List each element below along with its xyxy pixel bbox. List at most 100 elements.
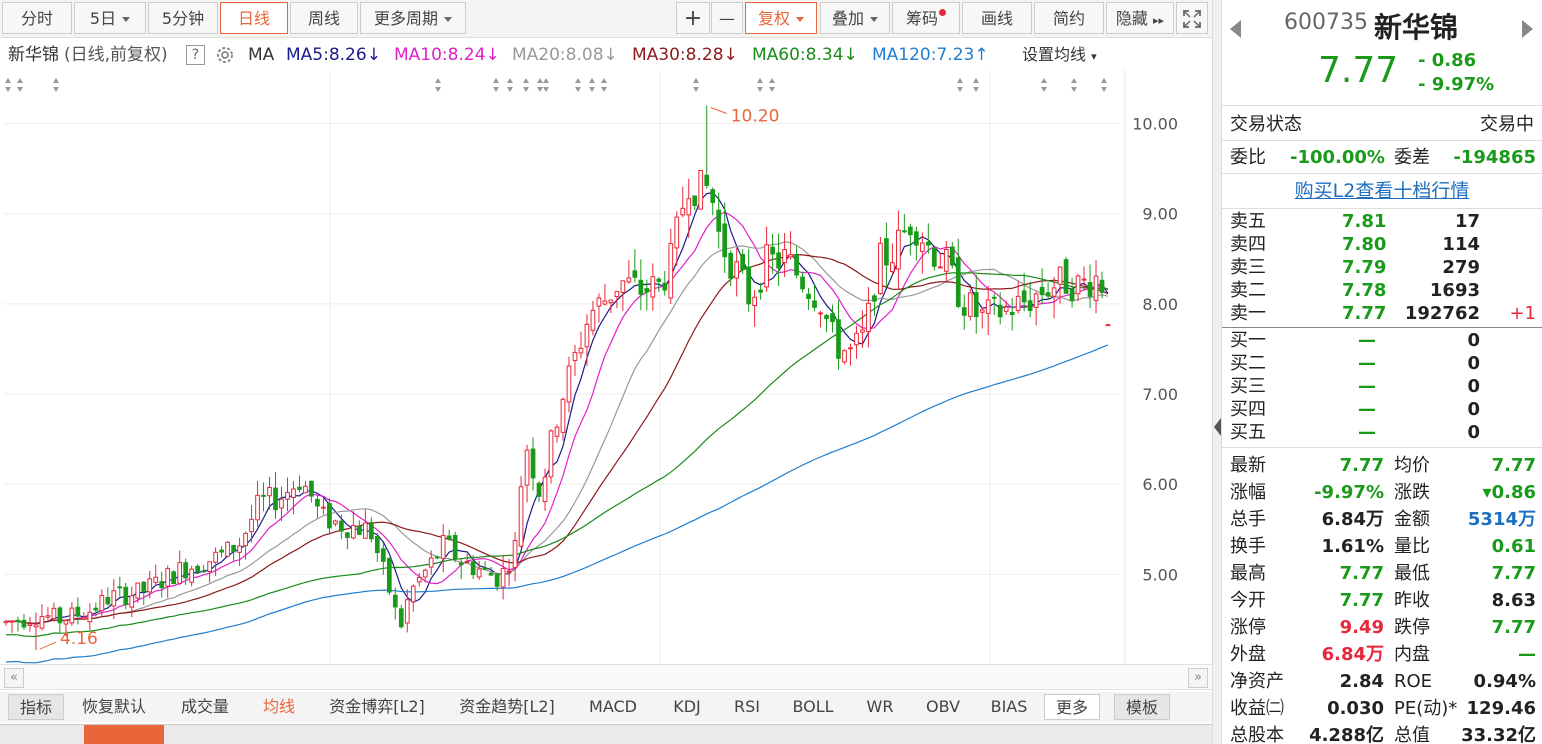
indicator-more-button[interactable]: 更多	[1044, 694, 1100, 720]
sell-volume: 279	[1442, 257, 1480, 278]
indicator-label: RSI	[734, 697, 760, 716]
adjust-dropdown[interactable]: 复权	[745, 2, 817, 34]
event-marker-icon	[493, 78, 499, 92]
event-marker-icon	[957, 78, 963, 92]
zoom-in-button[interactable]: +	[676, 2, 710, 34]
indicator-label: MACD	[589, 697, 637, 716]
zoom-out-button[interactable]: —	[711, 2, 743, 34]
committee-diff-value: -194865	[1453, 147, 1536, 168]
event-marker-icon	[1041, 78, 1047, 92]
period-label: 周线	[307, 9, 340, 28]
candle-body	[494, 573, 500, 587]
buy-price: —	[1358, 399, 1376, 420]
candle-body	[997, 304, 1003, 318]
indicator-tab-fund-game[interactable]: 资金博弈[L2]	[318, 694, 436, 720]
candle-body	[15, 619, 21, 623]
candle-body	[979, 309, 985, 313]
period-tab-5min[interactable]: 5分钟	[148, 2, 218, 34]
candle-body	[1093, 275, 1099, 301]
overlay-dropdown[interactable]: 叠加	[820, 2, 890, 34]
candles	[3, 105, 1111, 651]
divider	[1222, 327, 1542, 328]
buy-volume: 0	[1467, 353, 1480, 374]
fullscreen-button[interactable]	[1176, 2, 1208, 34]
set-ma-label: 设置均线	[1022, 45, 1087, 64]
hide-panel-button[interactable]: 隐藏 ▸▸	[1106, 2, 1174, 34]
sell-level-label: 卖五	[1230, 211, 1266, 232]
indicator-tab-rsi[interactable]: RSI	[724, 694, 770, 720]
prev-stock-icon[interactable]	[1230, 20, 1241, 38]
indicator-tab-indicator[interactable]: 指标	[8, 694, 64, 720]
period-tab-more[interactable]: 更多周期	[360, 2, 466, 34]
indicator-tab-bias[interactable]: BIAS	[982, 694, 1036, 720]
set-ma-dropdown[interactable]: 设置均线 ▾	[1022, 40, 1097, 70]
candle-body	[177, 562, 183, 584]
candle-body	[818, 312, 823, 315]
indicator-tab-obv[interactable]: OBV	[916, 694, 970, 720]
candle-body	[33, 624, 39, 628]
scroll-left-icon[interactable]: «	[4, 668, 24, 688]
candle-body	[806, 293, 811, 299]
candle-body	[590, 309, 596, 331]
buy-price: —	[1358, 376, 1376, 397]
period-tab-intraday[interactable]: 分时	[2, 2, 72, 34]
scroll-right-icon[interactable]: »	[1188, 668, 1208, 688]
ma120-value: MA120:7.23↑	[872, 40, 989, 70]
draw-line-button[interactable]: 画线	[962, 2, 1032, 34]
stat-label: 最新	[1230, 455, 1266, 476]
candle-body	[638, 279, 644, 295]
indicator-template-button[interactable]: 模板	[1114, 694, 1170, 720]
help-icon[interactable]: ?	[186, 45, 205, 65]
candle-body	[213, 551, 218, 563]
horizontal-scrollbar[interactable]: « »	[0, 664, 1212, 690]
candle-body	[243, 532, 248, 547]
period-label: 更多周期	[373, 9, 438, 28]
period-tab-weekly[interactable]: 周线	[290, 2, 358, 34]
sell-volume: 192762	[1404, 303, 1480, 324]
ma-text: MA120:7.23	[872, 45, 975, 65]
indicator-tab-fund-trend[interactable]: 资金趋势[L2]	[448, 694, 566, 720]
panel-collapse-handle[interactable]	[1212, 0, 1222, 744]
candle-body	[458, 562, 464, 566]
indicator-tab-kdj[interactable]: KDJ	[660, 694, 714, 720]
bottom-tab-strip[interactable]	[0, 724, 1212, 744]
caret-down-icon	[796, 17, 804, 22]
stat-label: 收益㈡	[1230, 698, 1284, 719]
candle-body	[303, 485, 308, 494]
indicator-toolbar: 指标 恢复默认 成交量 均线 资金博弈[L2] 资金趋势[L2] MACD KD…	[0, 692, 1212, 722]
stat-label: 最高	[1230, 563, 1266, 584]
candlestick-chart[interactable]: 10.00 9.00 8.00 7.00 6.00 5.00 10.20 4.16	[0, 70, 1212, 664]
next-stock-icon[interactable]	[1522, 20, 1533, 38]
event-marker-icon	[17, 78, 23, 92]
candle-body	[446, 535, 452, 540]
indicator-tab-wr[interactable]: WR	[858, 694, 902, 720]
sell-level-label: 卖三	[1230, 257, 1266, 278]
candle-body	[452, 534, 458, 560]
simple-mode-button[interactable]: 简约	[1034, 2, 1104, 34]
candle-body	[21, 619, 27, 628]
candle-body	[183, 562, 189, 579]
ma10-value: MA10:8.24↓	[394, 40, 500, 70]
period-tab-daily[interactable]: 日线	[220, 2, 288, 34]
candle-body	[955, 257, 961, 307]
candle-body	[1045, 292, 1051, 297]
sell-row: 卖四 7.80 114	[1222, 233, 1542, 256]
chips-button[interactable]: 筹码	[892, 2, 960, 34]
stat-row: 涨停 9.49 跌停 7.77	[1222, 614, 1542, 641]
indicator-tab-macd[interactable]: MACD	[580, 694, 646, 720]
indicator-tab-boll[interactable]: BOLL	[782, 694, 844, 720]
candle-body	[123, 586, 129, 606]
candle-body	[967, 292, 973, 317]
candle-body	[949, 246, 955, 266]
candle-body	[386, 558, 392, 593]
ma-text: MA10:8.24	[394, 45, 486, 65]
candle-body	[1051, 287, 1057, 297]
period-tab-5day[interactable]: 5日	[74, 2, 146, 34]
candle-body	[39, 615, 45, 629]
indicator-tab-reset[interactable]: 恢复默认	[70, 694, 158, 720]
indicator-tab-ma[interactable]: 均线	[252, 694, 306, 720]
bottom-tab-active[interactable]	[84, 725, 164, 744]
buy-l2-link[interactable]: 购买L2查看十档行情	[1222, 176, 1542, 206]
candle-body	[1063, 259, 1069, 294]
indicator-tab-volume[interactable]: 成交量	[166, 694, 244, 720]
